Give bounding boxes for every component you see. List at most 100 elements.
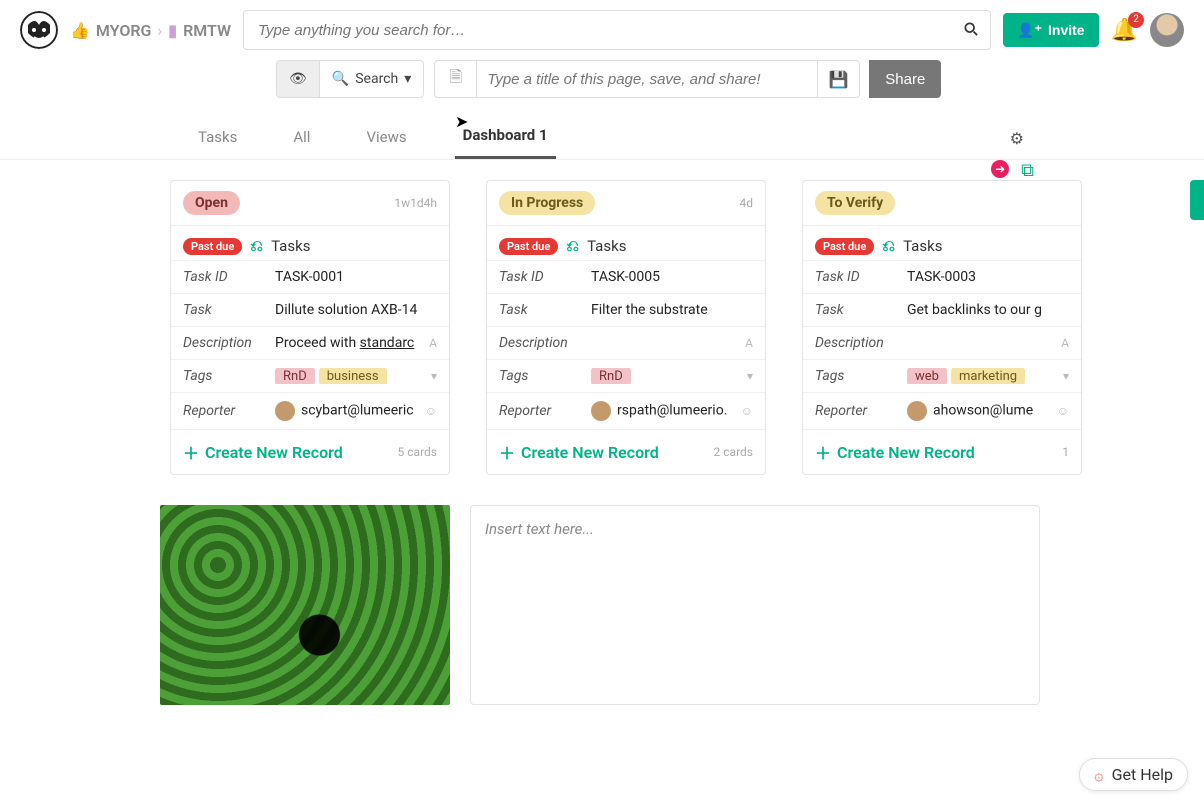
card-count: 1 <box>1062 445 1069 459</box>
status-pill[interactable]: In Progress <box>499 191 595 215</box>
user-avatar[interactable] <box>1150 13 1184 47</box>
person-plus-icon: 👤⁺ <box>1017 22 1042 39</box>
share-button[interactable]: Share <box>869 60 941 98</box>
reporter-avatar <box>591 401 611 421</box>
tab-views[interactable]: Views <box>358 120 414 158</box>
mouse-cursor: ➤ <box>455 112 468 131</box>
person-icon: ☺ <box>1057 404 1069 418</box>
dropdown-icon[interactable]: ▾ <box>431 369 437 383</box>
field-label: Description <box>499 335 591 351</box>
tag-chip[interactable]: marketing <box>951 368 1025 384</box>
tab-dashboard-1[interactable]: Dashboard 1 <box>455 118 556 159</box>
reporter-avatar <box>907 401 927 421</box>
search-label: Search <box>355 71 398 87</box>
invite-button[interactable]: 👤⁺ Invite <box>1003 13 1098 47</box>
field-value[interactable]: rspath@lumeerio. <box>591 401 735 421</box>
past-due-badge: Past due <box>815 238 874 255</box>
doc-icon: ▮ <box>168 21 177 40</box>
pin-icon[interactable]: ➜ <box>991 160 1009 178</box>
dropdown-icon[interactable]: ▾ <box>747 369 753 383</box>
field-label: Tags <box>499 368 591 384</box>
past-due-badge: Past due <box>499 238 558 255</box>
status-pill[interactable]: To Verify <box>815 191 895 215</box>
open-external-icon[interactable]: ⧉ <box>1021 160 1034 181</box>
thumbs-up-icon: 👍 <box>70 21 90 40</box>
help-label: Get Help <box>1112 765 1173 784</box>
plus-icon: ＋ <box>499 440 515 464</box>
text-type-icon: A <box>1061 336 1069 350</box>
page-title-input[interactable] <box>477 61 817 97</box>
field-value[interactable]: webmarketing <box>907 368 1057 384</box>
tab-tasks[interactable]: Tasks <box>190 120 245 158</box>
past-due-badge: Past due <box>183 238 242 255</box>
field-value[interactable]: RnDbusiness <box>275 368 425 384</box>
breadcrumb-org[interactable]: MYORG <box>96 21 152 40</box>
field-value[interactable]: Filter the substrate <box>591 302 753 318</box>
plus-icon: ＋ <box>183 440 199 464</box>
person-icon: ☺ <box>741 404 753 418</box>
field-label: Reporter <box>183 403 275 419</box>
tab-all[interactable]: All <box>285 120 318 158</box>
magnifier-icon: 🔍 <box>332 71 349 87</box>
chevron-right-icon: › <box>157 21 162 40</box>
settings-gear-icon[interactable]: ⚙ <box>1010 129 1024 148</box>
field-label: Task ID <box>499 269 591 285</box>
field-label: Task <box>815 302 907 318</box>
column-age: 1w1d4h <box>394 196 437 210</box>
tasks-icon: ⎌ <box>250 236 263 256</box>
kanban-column: In Progress 4d Past due ⎌ Tasks Task ID … <box>486 180 766 475</box>
notifications-bell[interactable]: 🔔 2 <box>1111 18 1138 43</box>
global-search[interactable] <box>243 10 991 50</box>
image-widget[interactable] <box>160 505 450 705</box>
side-feedback-tab[interactable] <box>1190 180 1204 220</box>
tasks-label: Tasks <box>271 237 310 255</box>
tag-chip[interactable]: business <box>319 368 387 384</box>
tag-chip[interactable]: RnD <box>275 368 315 384</box>
save-button[interactable]: 💾 <box>817 61 859 97</box>
field-label: Tags <box>815 368 907 384</box>
plus-icon: ＋ <box>815 440 831 464</box>
field-value[interactable]: Proceed with standarc <box>275 335 423 351</box>
caret-down-icon: ▾ <box>404 71 411 87</box>
lifebuoy-icon: ۞ <box>1094 765 1103 784</box>
create-record-button[interactable]: ＋Create New Record <box>815 440 975 464</box>
text-widget[interactable]: Insert text here... <box>470 505 1040 705</box>
field-value[interactable]: Dillute solution AXB-14 <box>275 302 437 318</box>
field-value[interactable]: Get backlinks to our g <box>907 302 1069 318</box>
eye-icon: 👁 <box>289 71 307 87</box>
reporter-avatar <box>275 401 295 421</box>
search-icon[interactable] <box>964 21 978 40</box>
field-value[interactable]: ahowson@lume <box>907 401 1051 421</box>
tasks-label: Tasks <box>903 237 942 255</box>
field-value[interactable]: TASK-0003 <box>907 269 1069 285</box>
saved-search-button[interactable]: 🔍 Search ▾ <box>319 60 424 98</box>
text-type-icon: A <box>745 336 753 350</box>
create-record-button[interactable]: ＋Create New Record <box>499 440 659 464</box>
app-logo[interactable] <box>20 11 58 49</box>
page-icon: 🗎 <box>435 61 477 97</box>
get-help-button[interactable]: ۞ Get Help <box>1079 758 1188 791</box>
field-label: Reporter <box>815 403 907 419</box>
field-label: Task ID <box>183 269 275 285</box>
field-label: Task <box>183 302 275 318</box>
visibility-toggle[interactable]: 👁 <box>276 60 319 98</box>
tag-chip[interactable]: web <box>907 368 947 384</box>
create-record-button[interactable]: ＋Create New Record <box>183 440 343 464</box>
field-value[interactable]: scybart@lumeeric <box>275 401 419 421</box>
dropdown-icon[interactable]: ▾ <box>1063 369 1069 383</box>
status-pill[interactable]: Open <box>183 191 240 215</box>
breadcrumb: 👍 MYORG › ▮ RMTW <box>70 21 231 40</box>
breadcrumb-project[interactable]: RMTW <box>183 21 231 40</box>
field-label: Description <box>815 335 907 351</box>
person-icon: ☺ <box>425 404 437 418</box>
tag-chip[interactable]: RnD <box>591 368 631 384</box>
field-value[interactable]: RnD <box>591 368 741 384</box>
field-value[interactable]: TASK-0001 <box>275 269 437 285</box>
search-input[interactable] <box>256 21 964 40</box>
field-label: Reporter <box>499 403 591 419</box>
field-label: Description <box>183 335 275 351</box>
field-label: Task ID <box>815 269 907 285</box>
field-value[interactable]: TASK-0005 <box>591 269 753 285</box>
column-age: 4d <box>739 196 753 210</box>
card-count: 2 cards <box>714 445 753 459</box>
